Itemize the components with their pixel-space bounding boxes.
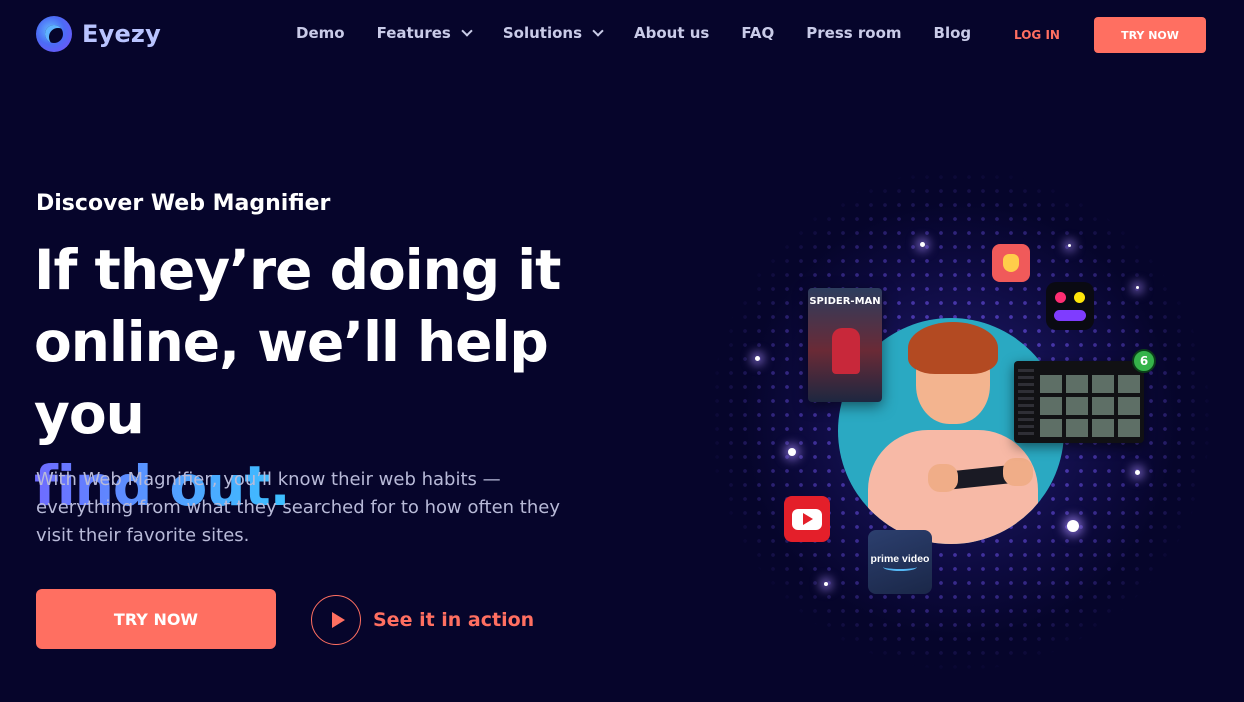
nav-item-features[interactable]: Features: [376, 24, 473, 42]
nav-label: Press room: [806, 24, 902, 42]
sparkle-icon: [1067, 520, 1079, 532]
boy-hand: [1003, 458, 1033, 486]
spider-figure-icon: [832, 328, 860, 374]
see-it-in-action-button[interactable]: See it in action: [311, 595, 534, 645]
chevron-down-icon: [461, 25, 473, 37]
nav-label: Solutions: [502, 24, 583, 42]
sparkle-icon: [920, 242, 925, 247]
sparkle-icon: [1136, 286, 1139, 289]
headline-line-1: If they’re doing it: [34, 238, 561, 302]
boy-hair: [908, 322, 998, 374]
nav-item-demo[interactable]: Demo: [296, 24, 345, 42]
sparkle-icon: [1068, 244, 1071, 247]
nav-item-faq[interactable]: FAQ: [741, 24, 774, 42]
dots-app-icon: [1046, 282, 1094, 330]
sparkle-icon: [1135, 470, 1140, 475]
boy-hand: [928, 464, 958, 492]
sparkle-icon: [755, 356, 760, 361]
spider-man-poster: SPIDER-MAN: [808, 288, 882, 402]
nav-item-solutions[interactable]: Solutions: [502, 24, 604, 42]
play-icon: [311, 595, 361, 645]
hero-eyebrow: Discover Web Magnifier: [36, 191, 331, 216]
brand-name: Eyezy: [82, 20, 161, 48]
hero-description: With Web Magnifier, you’ll know their we…: [36, 469, 560, 546]
nav-label: Blog: [933, 24, 972, 42]
prime-video-icon: prime video: [868, 530, 932, 594]
nav-label: Features: [376, 24, 451, 42]
nav-label: FAQ: [741, 24, 775, 42]
youtube-icon: [784, 496, 830, 542]
nav-label: About us: [634, 24, 710, 42]
waving-hand-icon: [992, 244, 1030, 282]
movie-title: SPIDER-MAN: [809, 296, 881, 307]
sparkle-icon: [788, 448, 796, 456]
hero-illustration: SPIDER-MAN 6 prime video: [700, 160, 1220, 680]
eyezy-logo-icon: [36, 16, 72, 52]
main-nav: Demo Features Solutions About us FAQ Pre…: [296, 24, 1003, 42]
nav-item-about-us[interactable]: About us: [634, 24, 709, 42]
chevron-down-icon: [592, 25, 604, 37]
music-app-screenshot: [1014, 361, 1144, 443]
try-now-header-button[interactable]: TRY NOW: [1094, 17, 1206, 53]
notification-badge: 6: [1132, 349, 1156, 373]
sparkle-icon: [824, 582, 828, 586]
nav-item-press-room[interactable]: Press room: [806, 24, 901, 42]
nav-item-blog[interactable]: Blog: [934, 24, 972, 42]
logo[interactable]: Eyezy: [36, 16, 161, 52]
headline-line-2: online, we’ll help you: [34, 310, 549, 446]
site-header: Eyezy Demo Features Solutions About us F…: [0, 0, 1244, 70]
see-it-in-action-label: See it in action: [373, 609, 535, 631]
try-now-hero-button[interactable]: TRY NOW: [36, 589, 276, 649]
nav-label: Demo: [296, 24, 345, 42]
login-link[interactable]: LOG IN: [1014, 28, 1060, 42]
